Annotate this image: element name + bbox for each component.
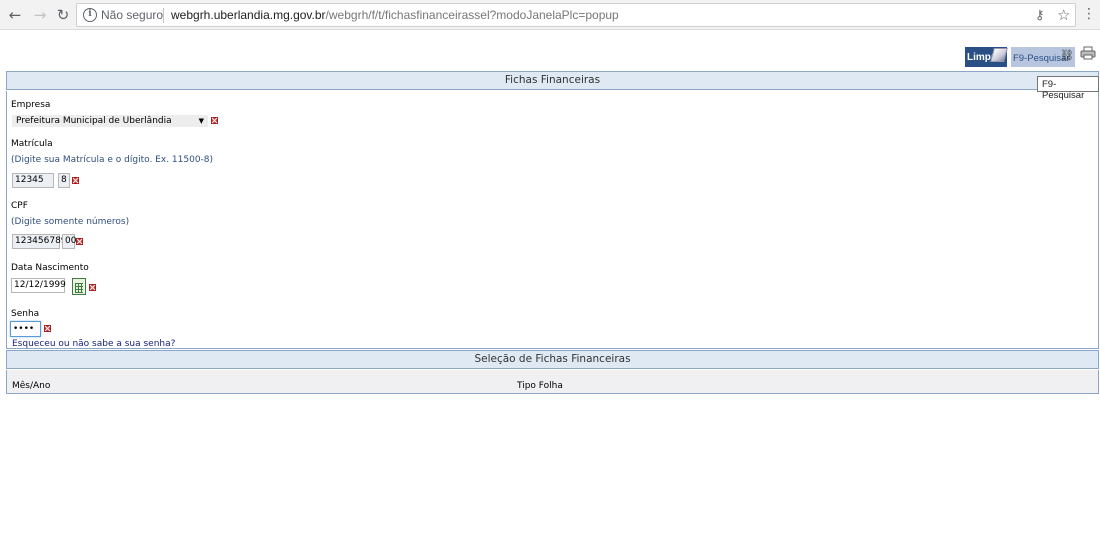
calendar-icon[interactable]: [72, 278, 86, 295]
browser-toolbar: ← → ↻ i Não seguro webgrh.uberlandia.mg.…: [0, 0, 1100, 30]
forward-arrow-icon[interactable]: →: [31, 6, 49, 24]
address-bar[interactable]: i Não seguro webgrh.uberlandia.mg.gov.br…: [76, 3, 1076, 27]
pesquisar-button[interactable]: F9-Pesquisar ⛓: [1011, 47, 1075, 67]
required-icon: [89, 284, 96, 291]
kebab-menu-icon[interactable]: ⋮: [1082, 6, 1096, 22]
nascimento-input[interactable]: 12/12/1999: [11, 278, 66, 293]
required-icon: [72, 177, 79, 184]
url-text[interactable]: webgrh.uberlandia.mg.gov.br/webgrh/f/t/f…: [171, 8, 619, 22]
nascimento-label: Data Nascimento: [11, 263, 89, 273]
binoculars-icon: ⛓: [1060, 50, 1074, 62]
key-icon[interactable]: ⚷: [1035, 8, 1045, 23]
security-label: Não seguro: [101, 8, 164, 22]
cpf-input[interactable]: 123456789: [12, 234, 67, 249]
eraser-icon: [990, 48, 1008, 62]
senha-label: Senha: [11, 309, 40, 319]
empresa-value: Prefeitura Municipal de Uberlândia: [16, 116, 172, 126]
empresa-label: Empresa: [11, 100, 51, 110]
url-path: /webgrh/f/t/fichasfinanceirassel?modoJan…: [325, 8, 619, 22]
forgot-password-link[interactable]: Esqueceu ou não sabe a sua senha?: [12, 339, 175, 349]
senha-input[interactable]: ••••: [10, 321, 41, 337]
reload-icon[interactable]: ↻: [54, 6, 72, 24]
back-arrow-icon[interactable]: ←: [6, 6, 24, 24]
required-icon: [211, 117, 218, 124]
cpf-label: CPF: [11, 201, 28, 211]
matricula-hint: (Digite sua Matrícula e o dígito. Ex. 11…: [11, 155, 214, 165]
cpf-digit-input[interactable]: 00: [62, 234, 76, 249]
column-header-mes-ano[interactable]: Mês/Ano: [7, 372, 510, 393]
cpf-hint: (Digite somente números): [11, 217, 130, 227]
fichas-financeiras-header: Fichas Financeiras: [6, 71, 1099, 90]
printer-icon[interactable]: [1080, 46, 1096, 60]
form-panel: [6, 91, 1099, 349]
selecao-fichas-header: Seleção de Fichas Financeiras: [6, 350, 1099, 369]
star-icon[interactable]: ☆: [1057, 6, 1070, 24]
info-icon[interactable]: i: [83, 8, 97, 22]
dropdown-arrow-icon: ▼: [198, 117, 204, 125]
required-icon: [44, 325, 51, 332]
matricula-digit-input[interactable]: 8: [58, 173, 70, 188]
column-header-tipo-folha[interactable]: Tipo Folha: [512, 372, 1098, 393]
matricula-input[interactable]: 12345: [12, 173, 54, 188]
limpar-button[interactable]: Limpar: [965, 47, 1008, 67]
required-icon: [76, 238, 83, 245]
address-separator: [163, 8, 164, 23]
matricula-label: Matrícula: [11, 139, 53, 149]
empresa-select[interactable]: Prefeitura Municipal de Uberlândia ▼: [12, 115, 208, 127]
url-host: webgrh.uberlandia.mg.gov.br: [171, 8, 326, 22]
pesquisar-tooltip: F9-Pesquisar: [1037, 76, 1099, 101]
